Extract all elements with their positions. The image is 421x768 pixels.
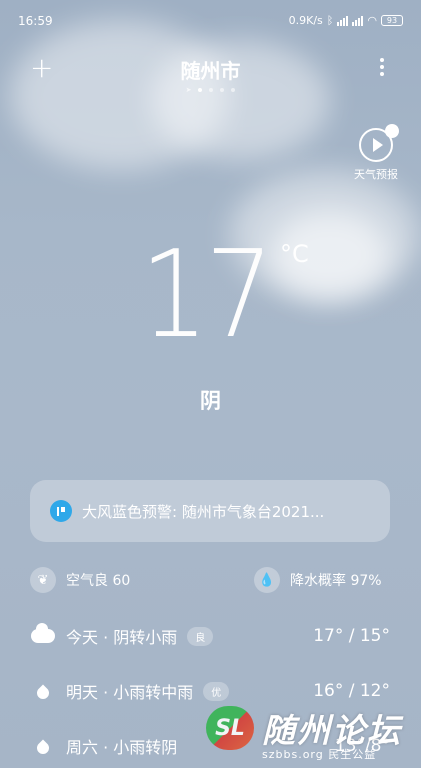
status-icons: 0.9K/s ᛒ ◠ 93 <box>289 14 403 27</box>
net-speed: 0.9K/s <box>288 14 323 27</box>
page-dot <box>231 88 236 92</box>
signal-icon <box>352 15 364 26</box>
page-dot <box>209 88 214 92</box>
air-quality-stat[interactable]: ❦ 空气良 60 <box>30 566 130 594</box>
wifi-icon: ◠ <box>367 14 377 27</box>
forum-logo: SL <box>206 706 254 750</box>
forecast-day-desc: 明天 · 小雨转中雨 <box>66 683 194 702</box>
more-dot-icon <box>380 72 384 76</box>
warning-flag-icon <box>50 500 72 522</box>
page-dot <box>198 88 203 92</box>
forecast-video-label: 天气预报 <box>354 168 398 181</box>
current-condition: 阴 <box>200 389 221 413</box>
more-dot-icon <box>380 58 384 62</box>
bluetooth-icon: ᛒ <box>326 14 334 27</box>
raindrop-icon <box>34 739 52 757</box>
weather-alert-banner[interactable]: 大风蓝色预警: 随州市气象台2021... <box>30 480 390 542</box>
forecast-day-desc: 今天 · 阴转小雨 <box>66 628 178 647</box>
alert-text: 大风蓝色预警: 随州市气象台2021... <box>82 502 325 521</box>
forecast-day-desc: 周六 · 小雨转阴 <box>66 738 178 757</box>
page-dot <box>220 88 225 92</box>
forecast-row-tomorrow[interactable]: 明天 · 小雨转中雨 优 16° / 12° <box>30 676 390 706</box>
rain-probability-stat: 💧 降水概率 97% <box>254 566 382 594</box>
location-arrow-icon: ➤ <box>185 86 192 94</box>
temp-range: 17° / 15° <box>313 626 390 646</box>
raindrop-icon <box>34 684 52 702</box>
aqi-badge: 良 <box>187 626 214 646</box>
status-time: 16:59 <box>18 14 53 28</box>
cloud-icon <box>31 623 55 643</box>
current-temperature: 17 <box>140 226 274 365</box>
temp-range: 16° / 12° <box>313 681 390 701</box>
rain-probability-text: 降水概率 97% <box>290 573 382 589</box>
forecast-row-today[interactable]: 今天 · 阴转小雨 良 17° / 15° <box>30 621 390 651</box>
more-dot-icon <box>380 65 384 69</box>
air-quality-text: 空气良 60 <box>66 573 131 589</box>
page-indicator: ➤ <box>0 86 421 94</box>
play-weather-icon <box>359 124 399 162</box>
water-drop-icon: 💧 <box>254 567 280 593</box>
status-bar: 16:59 0.9K/s ᛒ ◠ 93 <box>0 0 421 40</box>
aqi-badge: 优 <box>203 681 230 701</box>
weather-forecast-video-button[interactable]: 天气预报 <box>349 124 403 182</box>
forum-name: 随州论坛 <box>262 711 402 750</box>
leaf-icon: ❦ <box>30 567 56 593</box>
forum-url: szbbs.org 民生公益 <box>262 748 377 761</box>
signal-icon <box>337 15 349 26</box>
battery-icon: 93 <box>381 15 403 26</box>
city-title: 随州市 <box>180 59 241 83</box>
temperature-unit: °C <box>280 240 309 268</box>
more-menu-button[interactable] <box>378 58 386 76</box>
forum-watermark: SL 随州论坛 szbbs.org 民生公益 <box>206 706 416 766</box>
